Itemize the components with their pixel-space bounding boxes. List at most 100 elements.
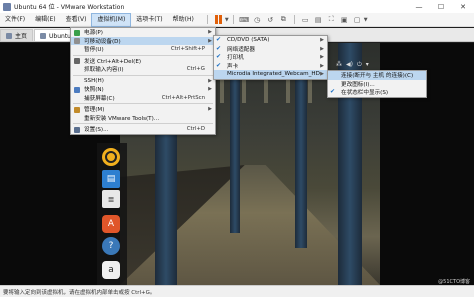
menu-item-ssh[interactable]: SSH(H) ▶ (71, 77, 215, 86)
menu-item-label: SSH(H) (84, 77, 104, 84)
maximize-button[interactable]: ☐ (430, 0, 452, 13)
menu-item-settings[interactable]: 设置(S)... Ctrl+D (71, 125, 215, 134)
menu-item-reinstall-tools[interactable]: 重新安装 VMware Tools(T)... (71, 114, 215, 123)
menu-item-grab-input[interactable]: 抓取输入内容(I) Ctrl+G (71, 65, 215, 74)
status-text: 要将输入定向到该虚拟机，请在虚拟机内部单击或按 Ctrl+G。 (3, 289, 156, 296)
chevron-down-icon[interactable]: ▼ (364, 17, 368, 23)
chevron-down-icon[interactable]: ▼ (225, 17, 229, 23)
menu-item-label: Microdia Integrated_Webcam_HD (227, 71, 320, 78)
wallpaper-pillar (295, 58, 307, 248)
rhythmbox-icon[interactable] (102, 148, 120, 166)
menu-item-send-ctrl-alt-del[interactable]: 发送 Ctrl+Alt+Del(E) (71, 57, 215, 66)
tab-label: 主页 (15, 33, 28, 40)
menu-item-label: 电源(P) (84, 30, 103, 37)
toolbar: ▼ ⌨ ◷ ↺ ⧉ ▭ ▤ ⛶ ▣ ▢ ▼ (203, 13, 368, 27)
menu-item-label: CD/DVD (SATA) (227, 37, 270, 44)
window-title: Ubuntu 64 位 - VMware Workstation (14, 4, 125, 11)
menu-item-snapshot[interactable]: 快照(N) ▶ (71, 85, 215, 94)
tab-home[interactable]: 主页 (0, 29, 34, 41)
snapshot-manager-icon[interactable]: ⧉ (277, 13, 290, 27)
chevron-right-icon: ▶ (208, 77, 212, 84)
menu-vm[interactable]: 虚拟机(M) (91, 12, 132, 27)
menu-item-label: 管理(M) (84, 107, 105, 114)
console-view-icon[interactable]: ▢ (351, 13, 364, 27)
menu-item-label: 网络适配器 (227, 46, 255, 53)
snapshot-icon (74, 86, 80, 93)
chevron-right-icon: ▶ (208, 29, 212, 36)
menu-item-label: 更改图标(I)... (341, 81, 375, 88)
writer-icon[interactable]: ▤ (102, 170, 120, 188)
menu-bar: 文件(F) 编辑(E) 查看(V) 虚拟机(M) 选项卡(T) 帮助(H) ▼ … (0, 12, 474, 27)
removable-device-icon (74, 38, 80, 44)
volume-icon[interactable]: ◀) (346, 61, 353, 68)
menu-edit[interactable]: 编辑(E) (30, 13, 60, 27)
menu-item-printer[interactable]: ✔ 打印机 ▶ (214, 53, 327, 62)
unity-icon[interactable]: ▣ (338, 13, 351, 27)
menu-item-label: 可移动设备(D) (84, 38, 121, 45)
document-icon[interactable]: ≣ (102, 190, 120, 208)
power-icon (74, 29, 80, 36)
wallpaper-pillar (230, 63, 240, 233)
removable-devices-menu: ✔ CD/DVD (SATA) ▶ ✔ 网络适配器 ▶ ✔ 打印机 ▶ ✔ 声卡… (213, 35, 328, 80)
menu-item-label: 声卡 (227, 63, 239, 70)
check-icon: ✔ (216, 44, 222, 52)
pause-icon[interactable] (212, 13, 225, 27)
library-icon[interactable]: ▭ (299, 13, 312, 27)
help-icon[interactable]: ? (102, 237, 120, 255)
webcam-menu: 连接(断开与 主机 的连接)(C) 更改图标(I)... ✔ 在状态栏中显示(S… (327, 70, 427, 98)
menu-item-webcam[interactable]: Microdia Integrated_Webcam_HD ▶ (214, 70, 327, 79)
amazon-icon[interactable]: a (102, 261, 120, 279)
menu-item-connect[interactable]: 连接(断开与 主机 的连接)(C) (328, 71, 426, 80)
device-tray: ⁂ ◀) ⏻ ▾ (333, 60, 381, 69)
menu-separator (73, 54, 213, 56)
chevron-right-icon: ▶ (320, 71, 324, 78)
close-button[interactable]: ✕ (452, 0, 474, 13)
menu-help[interactable]: 帮助(H) (168, 13, 199, 27)
menu-item-capture-screen[interactable]: 捕获屏幕(C) Ctrl+Alt+PrtScn (71, 94, 215, 103)
menu-item-label: 重新安装 VMware Tools(T)... (84, 115, 160, 122)
shortcut: Ctrl+D (186, 126, 205, 133)
vm-icon (40, 32, 47, 39)
menu-separator (73, 74, 213, 76)
menu-item-network-adapter[interactable]: ✔ 网络适配器 ▶ (214, 45, 327, 54)
chevron-down-icon[interactable]: ▾ (366, 61, 369, 68)
revert-snapshot-icon[interactable]: ↺ (264, 13, 277, 27)
menu-item-label: 在状态栏中显示(S) (341, 90, 389, 97)
menu-item-label: 连接(断开与 主机 的连接)(C) (341, 73, 414, 80)
settings-icon (74, 126, 80, 133)
menu-item-label: 捕获屏幕(C) (84, 95, 115, 102)
menu-item-show-in-statusbar[interactable]: ✔ 在状态栏中显示(S) (328, 88, 426, 97)
fullscreen-icon[interactable]: ⛶ (325, 13, 338, 27)
toolbar-separator (206, 15, 208, 24)
network-icon[interactable]: ⁂ (336, 61, 342, 68)
menu-separator (73, 103, 213, 104)
check-icon: ✔ (216, 53, 222, 60)
menu-item-pause[interactable]: 暂停(U) Ctrl+Shift+P (71, 45, 215, 54)
software-store-icon[interactable]: A (102, 215, 120, 233)
thumbnail-icon[interactable]: ▤ (312, 13, 325, 27)
menu-item-change-icon[interactable]: 更改图标(I)... (328, 80, 426, 89)
menu-separator (73, 123, 213, 124)
menu-item-manage[interactable]: 管理(M) ▶ (71, 105, 215, 114)
keyboard-icon (74, 58, 80, 64)
menu-view[interactable]: 查看(V) (61, 13, 92, 27)
snapshot-icon[interactable]: ◷ (251, 13, 264, 27)
manage-icon (74, 106, 80, 113)
chevron-right-icon: ▶ (320, 37, 324, 44)
ubuntu-dock: ▤ ≣ A ? a (97, 143, 127, 285)
menu-item-power[interactable]: 电源(P) ▶ (71, 28, 215, 37)
power-icon[interactable]: ⏻ (357, 61, 362, 69)
menu-item-sound-card[interactable]: ✔ 声卡 ▶ (214, 62, 327, 71)
menu-file[interactable]: 文件(F) (0, 13, 30, 27)
menu-item-cd-dvd[interactable]: ✔ CD/DVD (SATA) ▶ (214, 36, 327, 45)
vm-menu: 电源(P) ▶ 可移动设备(D) ▶ 暂停(U) Ctrl+Shift+P 发送… (70, 27, 216, 135)
menu-item-removable-devices[interactable]: 可移动设备(D) ▶ (71, 36, 215, 45)
menu-tabs[interactable]: 选项卡(T) (131, 13, 167, 27)
shortcut: Ctrl+G (186, 66, 205, 73)
status-bar: 要将输入定向到该虚拟机，请在虚拟机内部单击或按 Ctrl+G。 (0, 285, 474, 297)
chevron-right-icon: ▶ (208, 37, 212, 44)
minimize-button[interactable]: — (408, 0, 430, 13)
chevron-right-icon: ▶ (208, 86, 212, 93)
window-controls: — ☐ ✕ (408, 0, 474, 13)
send-keys-icon[interactable]: ⌨ (238, 13, 251, 27)
